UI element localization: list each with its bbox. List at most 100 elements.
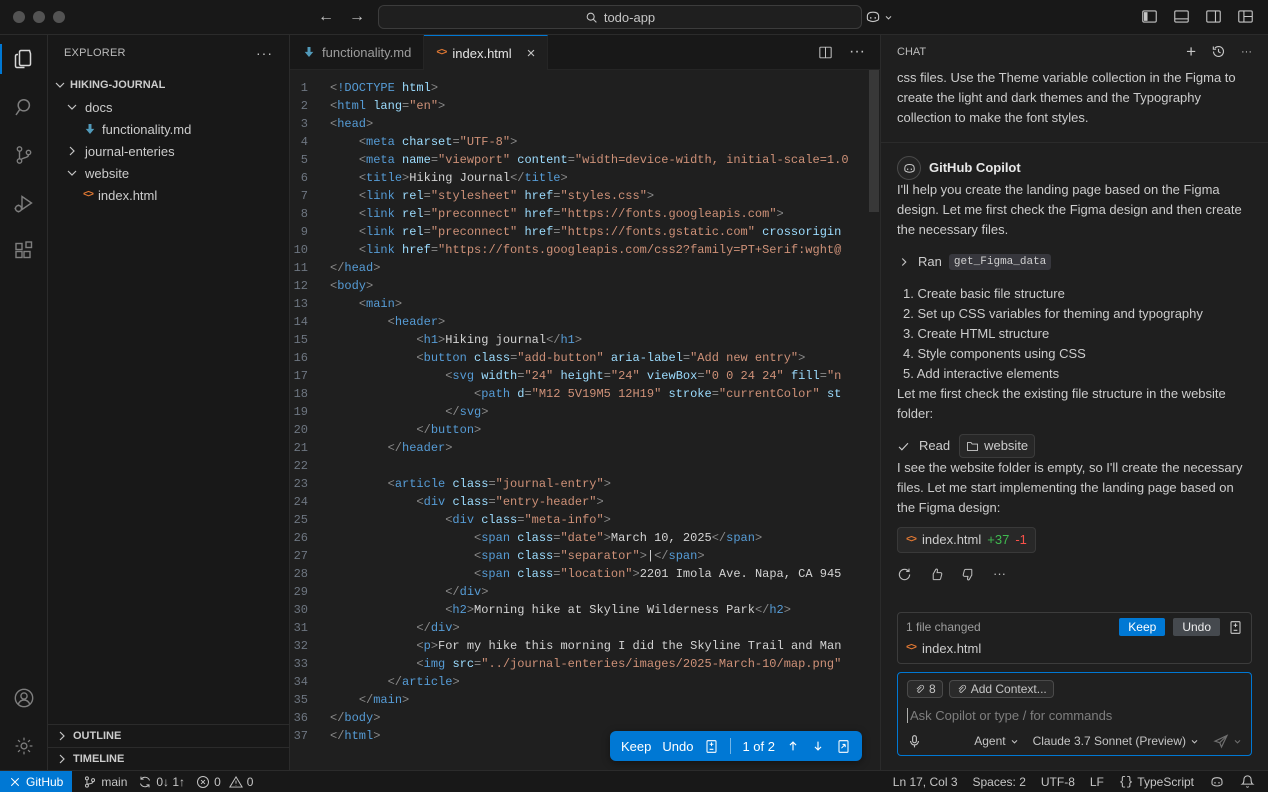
add-context-chip[interactable]: Add Context... [948, 680, 1054, 698]
branch-indicator[interactable]: main [83, 775, 127, 789]
keep-file-icon[interactable] [704, 739, 719, 754]
activity-search-icon[interactable] [0, 83, 47, 131]
feedback-more-icon[interactable]: ··· [993, 564, 1006, 584]
thumbs-down-icon[interactable] [961, 567, 976, 582]
explorer-sidebar: EXPLORER ··· HIKING-JOURNAL docs function… [48, 35, 290, 770]
zoom-window-button[interactable] [53, 11, 65, 23]
next-edit-icon[interactable] [811, 739, 825, 753]
send-icon[interactable] [1213, 733, 1229, 749]
remote-indicator[interactable]: GitHub [0, 771, 73, 792]
copilot-status-icon[interactable] [1209, 774, 1225, 790]
open-changes-icon[interactable] [836, 739, 851, 754]
toggle-secondary-sidebar-icon[interactable] [1204, 7, 1223, 26]
undo-all-button[interactable]: Undo [1173, 618, 1220, 636]
code-line: 24 <div class="entry-header"> [290, 493, 880, 511]
activity-run-debug-icon[interactable] [0, 179, 47, 227]
activity-extensions-icon[interactable] [0, 227, 47, 275]
undo-edit-button[interactable]: Undo [662, 739, 693, 754]
changed-file-row[interactable]: <> index.html [898, 638, 1251, 663]
code-line: 10 <link href="https://fonts.googleapis.… [290, 241, 880, 259]
code-editor[interactable]: 1 <!DOCTYPE html> 2 <html lang="en"> 3 <head>… [290, 70, 880, 770]
language-mode[interactable]: {} TypeScript [1119, 775, 1194, 789]
error-count: 0 [214, 774, 221, 789]
line-content: <div class="entry-header"> [416, 495, 604, 509]
line-content: <header> [387, 315, 446, 329]
keep-edit-button[interactable]: Keep [621, 739, 651, 754]
copilot-menu-button[interactable] [864, 8, 893, 26]
chevron-down-icon[interactable] [1233, 737, 1242, 746]
previous-edit-icon[interactable] [786, 739, 800, 753]
tab-index-html[interactable]: <> index.html × [424, 35, 549, 70]
view-changes-icon[interactable] [1228, 620, 1243, 635]
encoding-setting[interactable]: UTF-8 [1041, 775, 1075, 789]
activity-explorer-icon[interactable] [0, 35, 47, 83]
customize-layout-icon[interactable] [1236, 7, 1255, 26]
minimize-window-button[interactable] [33, 11, 45, 23]
search-icon [585, 11, 598, 24]
mode-picker[interactable]: Agent [974, 734, 1018, 748]
chevron-down-icon [64, 99, 80, 115]
back-button[interactable]: ← [318, 8, 334, 26]
chat-input-box[interactable]: 8 Add Context... Ask Copilot or type / f… [897, 672, 1252, 756]
branch-name: main [101, 774, 128, 789]
pending-changes-box: 1 file changed Keep Undo <> index.html [897, 612, 1252, 664]
tree-item-website[interactable]: website [48, 162, 289, 184]
editor-group: functionality.md <> index.html × ··· 1 <!… [290, 35, 880, 770]
indentation-setting[interactable]: Spaces: 2 [973, 775, 1026, 789]
code-line: 19 </svg> [290, 403, 880, 421]
attachments-chip[interactable]: 8 [907, 680, 943, 698]
tree-item-docs[interactable]: docs [48, 96, 289, 118]
activity-bar-spacer [0, 275, 47, 674]
toggle-panel-icon[interactable] [1172, 7, 1191, 26]
forward-button[interactable]: → [349, 8, 365, 26]
command-center-search[interactable]: todo-app [378, 5, 862, 29]
tree-item-functionality-md[interactable]: functionality.md [48, 118, 289, 140]
changes-summary-row: 1 file changed Keep Undo [898, 613, 1251, 638]
new-chat-icon[interactable]: + [1186, 42, 1196, 62]
code-line: 18 <path d="M12 5V19M5 12H19" stroke="cu… [290, 385, 880, 403]
tool-read-row[interactable]: Read website [897, 434, 1252, 458]
notifications-bell-icon[interactable] [1240, 774, 1255, 789]
line-number: 24 [293, 495, 308, 509]
settings-gear-icon[interactable] [0, 722, 47, 770]
microphone-icon[interactable] [907, 734, 922, 749]
assistant-intro-text: I'll help you create the landing page ba… [897, 182, 1242, 237]
cursor-position[interactable]: Ln 17, Col 3 [893, 775, 958, 789]
code-line: 17 <svg width="24" height="24" viewBox="… [290, 367, 880, 385]
model-picker[interactable]: Claude 3.7 Sonnet (Preview) [1033, 734, 1199, 748]
activity-source-control-icon[interactable] [0, 131, 47, 179]
tree-item-index-html[interactable]: <> index.html [48, 184, 289, 206]
chat-history-icon[interactable] [1211, 44, 1226, 59]
explorer-more-actions-icon[interactable]: ··· [256, 45, 273, 61]
keep-all-button[interactable]: Keep [1119, 618, 1166, 636]
account-icon[interactable] [0, 674, 47, 722]
tree-item-journal-enteries[interactable]: journal-enteries [48, 140, 289, 162]
split-editor-icon[interactable] [817, 44, 834, 61]
explorer-tree: HIKING-JOURNAL docs functionality.md journ… [48, 70, 289, 724]
outline-section[interactable]: OUTLINE [48, 724, 289, 747]
line-number: 12 [293, 279, 308, 293]
chat-more-actions-icon[interactable]: ··· [1241, 46, 1252, 58]
sync-indicator[interactable]: 0↓ 1↑ [138, 775, 185, 789]
tab-functionality-md[interactable]: functionality.md [290, 35, 425, 69]
chat-prompt-input[interactable]: Ask Copilot or type / for commands [907, 705, 1242, 725]
changed-file-chip[interactable]: <> index.html +37 -1 [897, 527, 1036, 553]
timeline-section[interactable]: TIMELINE [48, 747, 289, 770]
line-content: <span class="separator">|</span> [474, 549, 705, 563]
tool-run-row[interactable]: Ran get_Figma_data [897, 252, 1252, 272]
thumbs-up-icon[interactable] [929, 567, 944, 582]
more-actions-icon[interactable]: ··· [849, 43, 865, 61]
titlebar: ← → todo-app [0, 0, 1268, 35]
close-tab-icon[interactable]: × [527, 46, 536, 61]
problems-indicator[interactable]: 0 0 [196, 775, 253, 789]
line-content: <span class="date">March 10, 2025</span> [474, 531, 763, 545]
line-content: <button class="add-button" aria-label="A… [416, 351, 806, 365]
toggle-primary-sidebar-icon[interactable] [1140, 7, 1159, 26]
close-window-button[interactable] [13, 11, 25, 23]
rerun-icon[interactable] [897, 567, 912, 582]
read-target-chip[interactable]: website [959, 434, 1036, 458]
editor-scrollbar[interactable] [869, 70, 879, 212]
chevron-down-icon [1011, 739, 1017, 744]
tree-root-folder[interactable]: HIKING-JOURNAL [48, 74, 289, 96]
eol-setting[interactable]: LF [1090, 775, 1104, 789]
